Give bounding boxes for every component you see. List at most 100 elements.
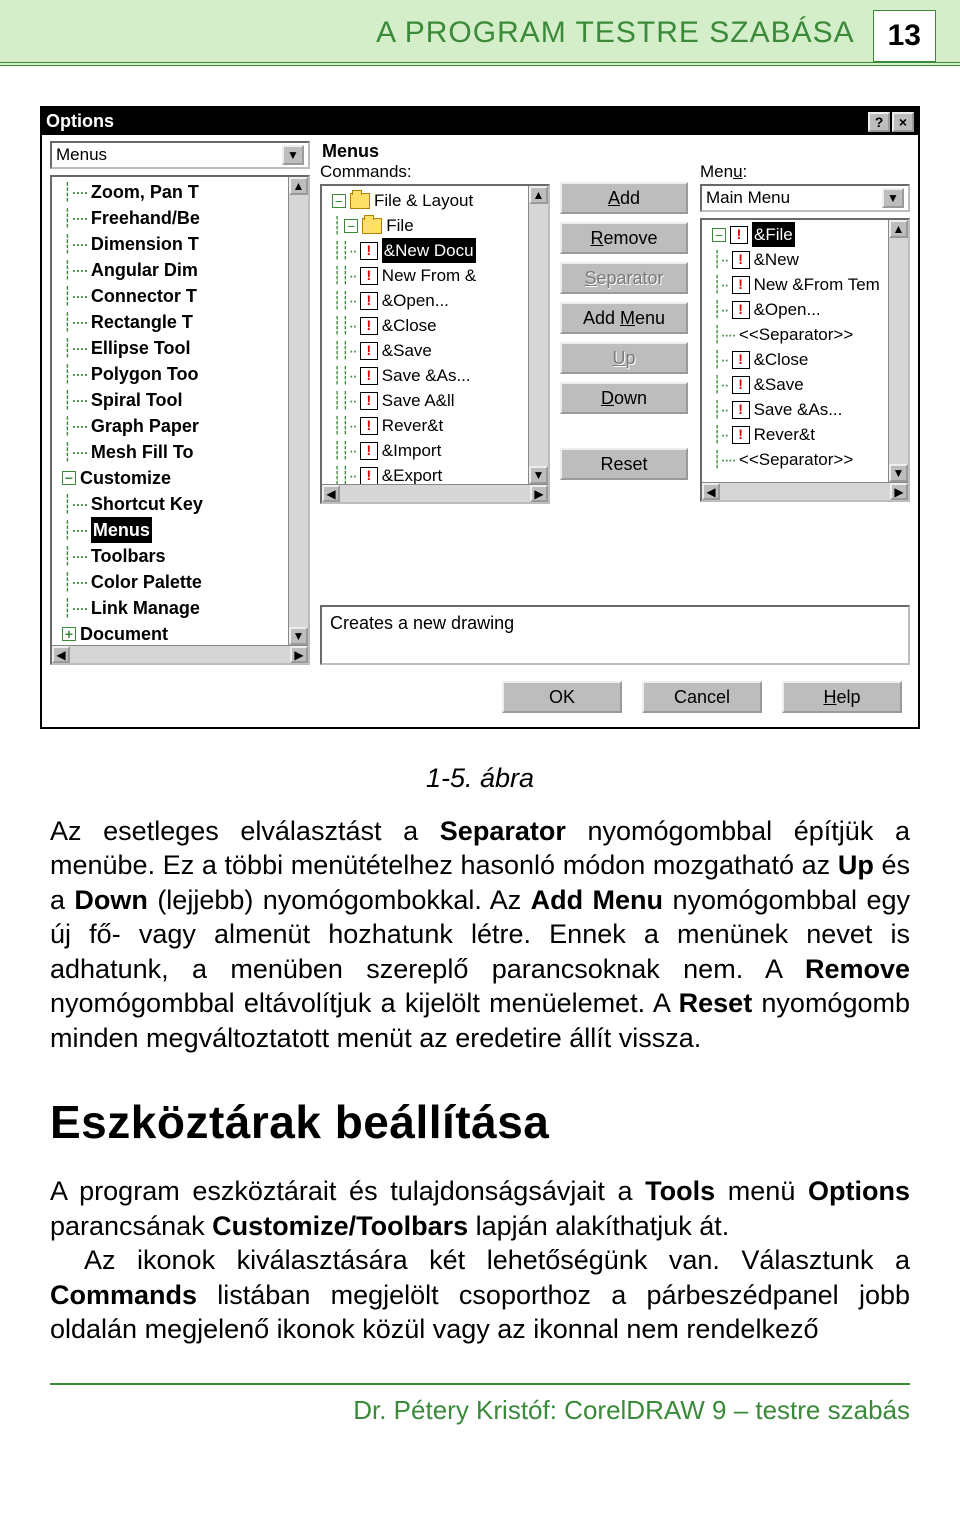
tree-item[interactable]: &Import [382, 438, 442, 463]
expand-icon[interactable]: + [62, 627, 76, 641]
command-icon: ! [360, 392, 378, 410]
collapse-icon[interactable]: − [344, 219, 358, 233]
tree-item[interactable]: <<Separator>> [739, 447, 853, 472]
command-icon: ! [732, 376, 750, 394]
scroll-up-icon[interactable]: ▲ [289, 177, 308, 195]
description-box: Creates a new drawing [320, 605, 910, 665]
command-icon: ! [360, 242, 378, 260]
addmenu-button[interactable]: Add Menu [560, 302, 688, 334]
chevron-down-icon[interactable]: ▼ [282, 145, 304, 165]
scrollbar-horizontal[interactable]: ◀ ▶ [702, 482, 908, 500]
commands-label: Commands: [320, 162, 550, 182]
tree-item-selected[interactable]: Menus [91, 517, 152, 543]
tree-item[interactable]: Graph Paper [91, 413, 199, 439]
help-button[interactable]: Help [782, 681, 902, 713]
scroll-left-icon[interactable]: ◀ [702, 483, 720, 500]
tree-item[interactable]: Freehand/Be [91, 205, 200, 231]
tree-item[interactable]: Save A&ll [382, 388, 455, 413]
cancel-button[interactable]: Cancel [642, 681, 762, 713]
tree-node-customize[interactable]: Customize [80, 465, 171, 491]
tree-item[interactable]: Spiral Tool [91, 387, 183, 413]
tree-item[interactable]: Mesh Fill To [91, 439, 194, 465]
tree-item[interactable]: &Open... [382, 288, 449, 313]
collapse-icon[interactable]: − [62, 471, 76, 485]
tree-item[interactable]: Save &As... [754, 397, 843, 422]
scrollbar-horizontal[interactable]: ◀ ▶ [52, 645, 308, 663]
page-footer: Dr. Pétery Kristóf: CorelDRAW 9 – testre… [50, 1383, 910, 1450]
reset-button[interactable]: Reset [560, 448, 688, 480]
tree-item[interactable]: File & Layout [374, 188, 473, 213]
scroll-right-icon[interactable]: ▶ [530, 485, 548, 502]
tree-item[interactable]: &New [754, 247, 799, 272]
scroll-right-icon[interactable]: ▶ [890, 483, 908, 500]
category-combo[interactable]: Menus ▼ [50, 141, 310, 169]
titlebar-text: Options [46, 111, 866, 132]
figure-caption: 1-5. ábra [50, 761, 910, 796]
tree-item[interactable]: File [386, 213, 413, 238]
collapse-icon[interactable]: − [712, 228, 726, 242]
scrollbar-vertical[interactable]: ▲ ▼ [288, 177, 308, 645]
tree-item[interactable]: Ellipse Tool [91, 335, 191, 361]
tree-item[interactable]: Rectangle T [91, 309, 193, 335]
tree-item[interactable]: <<Separator>> [739, 322, 853, 347]
menu-tree[interactable]: −!&File ┊··!&New ┊··!New &From Tem ┊··!&… [700, 218, 910, 502]
scroll-down-icon[interactable]: ▼ [889, 464, 908, 482]
tree-item-selected[interactable]: &File [752, 222, 795, 247]
scroll-up-icon[interactable]: ▲ [529, 186, 548, 204]
menu-combo[interactable]: Main Menu ▼ [700, 184, 910, 212]
scroll-up-icon[interactable]: ▲ [889, 220, 908, 238]
scroll-left-icon[interactable]: ◀ [52, 646, 70, 663]
titlebar[interactable]: Options ? × [42, 108, 918, 135]
tree-item[interactable]: Save &As... [382, 363, 471, 388]
tree-item[interactable]: Color Palette [91, 569, 202, 595]
tree-item[interactable]: Polygon Too [91, 361, 199, 387]
scroll-down-icon[interactable]: ▼ [289, 627, 308, 645]
tree-item[interactable]: &Close [754, 347, 809, 372]
add-button[interactable]: Add [560, 182, 688, 214]
separator-button[interactable]: Separator [560, 262, 688, 294]
page-number: 13 [873, 10, 936, 62]
tree-item[interactable]: &Close [382, 313, 437, 338]
scroll-left-icon[interactable]: ◀ [322, 485, 340, 502]
tree-item[interactable]: &Save [754, 372, 804, 397]
scroll-right-icon[interactable]: ▶ [290, 646, 308, 663]
tree-item[interactable]: &Open... [754, 297, 821, 322]
command-icon: ! [360, 417, 378, 435]
up-button[interactable]: Up [560, 342, 688, 374]
tree-item[interactable]: Shortcut Key [91, 491, 203, 517]
paragraph: Az ikonok kiválasztására két lehetőségün… [50, 1243, 910, 1347]
tree-item[interactable]: New &From Tem [754, 272, 880, 297]
tree-item[interactable]: Rever&t [382, 413, 443, 438]
scroll-down-icon[interactable]: ▼ [529, 466, 548, 484]
tree-item[interactable]: Rever&t [754, 422, 815, 447]
tree-node-document[interactable]: Document [80, 621, 168, 647]
close-icon[interactable]: × [892, 112, 914, 132]
tree-item[interactable]: Toolbars [91, 543, 166, 569]
down-button[interactable]: Down [560, 382, 688, 414]
tree-item-selected[interactable]: &New Docu [382, 238, 476, 263]
commands-tree[interactable]: −File & Layout ┊−File ┊┊··!&New Docu ┊┊·… [320, 184, 550, 504]
tree-item[interactable]: Connector T [91, 283, 197, 309]
scrollbar-vertical[interactable]: ▲ ▼ [528, 186, 548, 484]
tree-item[interactable]: Link Manage [91, 595, 200, 621]
command-icon: ! [360, 292, 378, 310]
menu-combo-value: Main Menu [706, 188, 790, 208]
tree-item[interactable]: Zoom, Pan T [91, 179, 199, 205]
collapse-icon[interactable]: − [332, 194, 346, 208]
chevron-down-icon[interactable]: ▼ [882, 188, 904, 208]
remove-button[interactable]: Remove [560, 222, 688, 254]
tree-item[interactable]: Angular Dim [91, 257, 198, 283]
command-icon: ! [360, 267, 378, 285]
help-icon[interactable]: ? [868, 112, 890, 132]
left-tree[interactable]: ┊····Zoom, Pan T ┊····Freehand/Be ┊····D… [50, 175, 310, 665]
tree-item[interactable]: Dimension T [91, 231, 199, 257]
options-dialog: Options ? × Menus ▼ ┊····Zoom, Pan T ┊··… [40, 106, 920, 729]
scrollbar-vertical[interactable]: ▲ ▼ [888, 220, 908, 482]
ok-button[interactable]: OK [502, 681, 622, 713]
scrollbar-horizontal[interactable]: ◀ ▶ [322, 484, 548, 502]
tree-item[interactable]: &Save [382, 338, 432, 363]
btn-label: dd [620, 188, 640, 209]
command-icon: ! [732, 401, 750, 419]
tree-item[interactable]: New From & [382, 263, 476, 288]
command-icon: ! [360, 442, 378, 460]
